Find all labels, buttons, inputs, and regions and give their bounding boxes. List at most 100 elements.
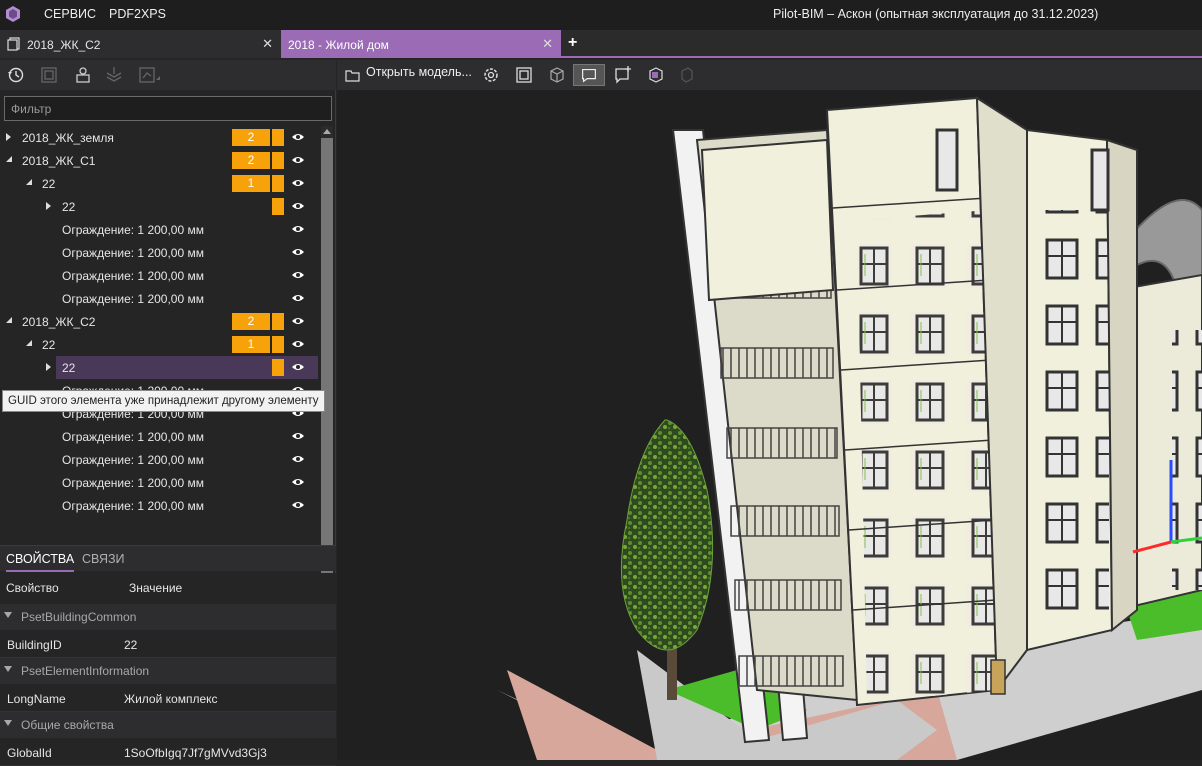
chevron-down-icon[interactable] <box>4 612 12 618</box>
eye-icon[interactable] <box>291 270 305 280</box>
tab-label: 2018_ЖК_С2 <box>27 38 101 52</box>
scrollbar-thumb[interactable] <box>321 138 333 590</box>
eye-icon[interactable] <box>291 155 305 165</box>
tree-item-label: Ограждение: 1 200,00 мм <box>62 499 204 513</box>
chevron-down-icon[interactable] <box>4 720 12 726</box>
eye-icon[interactable] <box>291 477 305 487</box>
tab-2018-zhk-c2[interactable]: 2018_ЖК_С2 ✕ <box>0 30 281 58</box>
tree-item[interactable]: 2018_ЖК_земля 2 <box>0 126 320 149</box>
3d-viewport[interactable] <box>337 90 1202 760</box>
chevron-down-icon[interactable] <box>4 666 12 672</box>
chevron-right-icon[interactable] <box>46 363 51 371</box>
column-property: Свойство <box>6 581 59 595</box>
property-row[interactable]: GlobalId 1SoOfbIgq7Jf7gMVvd3Gj3 <box>0 739 336 766</box>
tree-item[interactable]: Ограждение: 1 200,00 мм <box>0 287 320 310</box>
tab-label: 2018 - Жилой дом <box>288 38 389 52</box>
eye-icon[interactable] <box>291 339 305 349</box>
property-row[interactable]: BuildingID 22 <box>0 631 336 658</box>
tree-item[interactable]: Ограждение: 1 200,00 мм <box>0 218 320 241</box>
tab-properties[interactable]: СВОЙСТВА <box>6 552 75 572</box>
tree-item-label: 2018_ЖК_С2 <box>22 315 96 329</box>
properties-tabs: СВОЙСТВА СВЯЗИ <box>0 545 336 572</box>
properties-panel: Свойство Значение PsetBuildingCommon Buil… <box>0 573 336 766</box>
chevron-down-icon[interactable] <box>6 156 12 162</box>
property-row[interactable]: LongName Жилой комплекс <box>0 685 336 712</box>
chevron-down-icon[interactable] <box>6 317 12 323</box>
tree-item-label: 22 <box>42 338 56 352</box>
property-group-name: PsetBuildingCommon <box>21 610 137 624</box>
isolate-icon[interactable] <box>74 66 92 84</box>
menu-service[interactable]: СЕРВИС <box>44 7 96 21</box>
section-box-icon[interactable] <box>646 64 666 86</box>
cube-icon[interactable] <box>547 64 567 86</box>
add-tab-button[interactable]: + <box>568 34 577 52</box>
status-marker <box>272 198 284 215</box>
hide-icon[interactable] <box>678 64 696 86</box>
tree-item[interactable]: 22 1 <box>0 333 320 356</box>
menu-pdf2xps[interactable]: PDF2XPS <box>109 7 166 21</box>
tree-item[interactable]: 22 1 <box>0 172 320 195</box>
count-badge: 1 <box>232 175 270 192</box>
tree-item-label: 22 <box>62 361 76 375</box>
close-icon[interactable]: ✕ <box>262 36 273 52</box>
tooltip: GUID этого элемента уже принадлежит друг… <box>2 390 325 412</box>
eye-icon[interactable] <box>291 431 305 441</box>
eye-icon[interactable] <box>291 201 305 211</box>
tab-zhiloy-dom[interactable]: 2018 - Жилой дом ✕ <box>281 30 561 58</box>
tree-item[interactable]: 22 <box>46 356 318 379</box>
eye-icon[interactable] <box>291 500 305 510</box>
open-model-button[interactable]: Открыть модель... <box>366 65 472 79</box>
history-icon[interactable] <box>7 66 25 84</box>
tree-item[interactable]: 2018_ЖК_С2 2 <box>0 310 320 333</box>
properties-header: Свойство Значение <box>0 573 336 600</box>
close-icon[interactable]: ✕ <box>542 36 553 52</box>
scroll-up-icon[interactable] <box>323 129 331 134</box>
add-comment-icon[interactable] <box>613 64 633 86</box>
chevron-down-icon[interactable] <box>26 340 32 346</box>
tree-item-label: Ограждение: 1 200,00 мм <box>62 223 204 237</box>
eye-icon[interactable] <box>291 454 305 464</box>
eye-icon[interactable] <box>291 362 305 372</box>
filter-input[interactable] <box>4 96 332 121</box>
tree-item[interactable]: 2018_ЖК_С1 2 <box>0 149 320 172</box>
count-badge: 2 <box>232 152 270 169</box>
property-group[interactable]: PsetBuildingCommon <box>0 604 336 630</box>
fit-frame-icon[interactable] <box>40 66 58 84</box>
tree-item[interactable]: Ограждение: 1 200,00 мм <box>0 471 320 494</box>
eye-icon[interactable] <box>291 316 305 326</box>
property-group-name: PsetElementInformation <box>21 664 150 678</box>
property-group[interactable]: PsetElementInformation <box>0 658 336 684</box>
eye-icon[interactable] <box>291 293 305 303</box>
chevron-down-icon[interactable] <box>26 179 32 185</box>
property-group[interactable]: Общие свойства <box>0 712 336 738</box>
chevron-right-icon[interactable] <box>6 133 11 141</box>
fit-view-icon[interactable] <box>514 64 534 86</box>
count-badge: 2 <box>232 129 270 146</box>
tree-item[interactable]: Ограждение: 1 200,00 мм <box>0 241 320 264</box>
tree-item-label: Ограждение: 1 200,00 мм <box>62 246 204 260</box>
property-value: 22 <box>124 638 138 652</box>
eye-icon[interactable] <box>291 178 305 188</box>
layers-icon[interactable] <box>105 66 123 84</box>
tree-item[interactable]: Ограждение: 1 200,00 мм <box>0 425 320 448</box>
left-panel: 2018_ЖК_земля22018_ЖК_С1222122Ограждение… <box>0 60 336 766</box>
count-badge: 1 <box>232 336 270 353</box>
tree-item[interactable]: Ограждение: 1 200,00 мм <box>0 448 320 471</box>
eye-icon[interactable] <box>291 247 305 257</box>
viewer-toolbar: Открыть модель... <box>337 60 1202 90</box>
status-marker <box>272 313 284 330</box>
tab-links[interactable]: СВЯЗИ <box>82 552 125 566</box>
property-key: LongName <box>7 692 66 706</box>
chevron-right-icon[interactable] <box>46 202 51 210</box>
chart-dropdown-icon[interactable] <box>139 66 163 84</box>
tree-item[interactable]: Ограждение: 1 200,00 мм <box>0 494 320 517</box>
tree-item[interactable]: 22 <box>0 195 320 218</box>
comment-icon[interactable] <box>573 64 605 86</box>
settings-icon[interactable] <box>481 64 501 86</box>
tree-item-label: 2018_ЖК_С1 <box>22 154 96 168</box>
eye-icon[interactable] <box>291 132 305 142</box>
tree-scrollbar[interactable] <box>321 126 333 604</box>
eye-icon[interactable] <box>291 224 305 234</box>
app-logo-icon <box>6 6 20 22</box>
tree-item[interactable]: Ограждение: 1 200,00 мм <box>0 264 320 287</box>
